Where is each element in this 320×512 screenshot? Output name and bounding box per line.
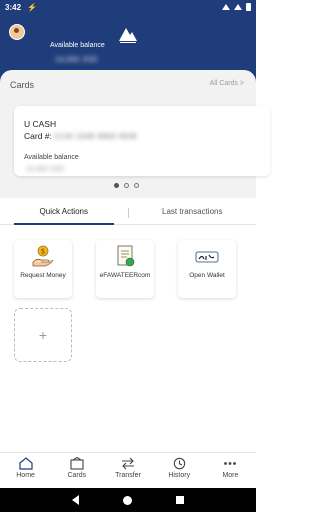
nav-label: More: [222, 472, 239, 479]
invoice-icon: [117, 245, 135, 267]
home-icon: [18, 457, 33, 470]
quick-action-request-money[interactable]: $ Request Money: [14, 240, 72, 298]
system-navigation-bar: [0, 488, 256, 512]
nav-transfer[interactable]: Transfer: [102, 453, 153, 488]
carousel-dot[interactable]: [114, 183, 119, 188]
quick-action-label: Request Money: [20, 272, 66, 279]
history-icon: [173, 457, 186, 470]
tab-quick-actions[interactable]: Quick Actions: [0, 200, 128, 225]
plus-icon: +: [38, 327, 48, 343]
transfer-icon: [122, 457, 134, 470]
wifi-icon: [222, 4, 230, 10]
nav-history[interactable]: History: [154, 453, 205, 488]
card-name: U CASH: [24, 119, 57, 129]
header-balance-label: Available balance: [50, 42, 105, 49]
carousel-dot[interactable]: [124, 183, 129, 188]
battery-icon: [246, 3, 251, 11]
carousel-indicator: [114, 183, 139, 188]
nav-label: Transfer: [115, 472, 141, 479]
nav-home[interactable]: Home: [0, 453, 51, 488]
card-number-value: 5134 1948 4869 4948: [54, 131, 137, 141]
nav-more[interactable]: More: [205, 453, 256, 488]
wallet-arabic-icon: [195, 251, 219, 263]
card-number-row: Card #: 5134 1948 4869 4948: [24, 131, 137, 141]
status-time: 3:42: [5, 2, 22, 12]
nav-label: History: [168, 472, 191, 479]
tab-last-transactions[interactable]: Last transactions: [129, 200, 257, 224]
card-balance-label: Available balance: [24, 154, 79, 161]
quick-action-label: Open Wallet: [189, 272, 225, 279]
card-balance-value: 14,000 USD: [26, 166, 65, 173]
brand-logo-icon: [119, 28, 137, 43]
avatar[interactable]: [9, 24, 25, 40]
nav-label: Cards: [67, 472, 87, 479]
card-ucash[interactable]: U CASH Card #: 5134 1948 4869 4948 Avail…: [14, 106, 270, 176]
home-circle-icon[interactable]: [123, 495, 132, 505]
recent-apps-icon[interactable]: [176, 496, 184, 504]
cards-icon: [70, 457, 84, 470]
carousel-dot[interactable]: [134, 183, 139, 188]
quick-action-open-wallet[interactable]: Open Wallet: [178, 240, 236, 298]
quick-action-label: eFAWATEERcom: [99, 272, 151, 279]
card-number-label: Card #:: [24, 131, 52, 141]
nav-label: Home: [16, 472, 35, 479]
tab-bar: Quick Actions Last transactions: [0, 200, 256, 225]
more-dots-icon: [224, 462, 237, 465]
notification-icon: ⚡: [27, 2, 37, 12]
back-icon[interactable]: [72, 495, 79, 505]
hand-coin-icon: $: [32, 245, 54, 267]
signal-icon: [234, 4, 242, 10]
header-balance-value: 14,000 JOD: [55, 55, 98, 64]
bottom-navigation: Home Cards Transfer History More: [0, 452, 256, 488]
quick-action-efawateercom[interactable]: eFAWATEERcom: [96, 240, 154, 298]
nav-cards[interactable]: Cards: [51, 453, 102, 488]
add-quick-action-button[interactable]: +: [14, 308, 72, 362]
svg-text:$: $: [41, 248, 45, 256]
all-cards-link[interactable]: All Cards >: [210, 80, 244, 87]
status-bar: 3:42 ⚡: [0, 0, 256, 14]
cards-section-title: Cards: [10, 80, 35, 90]
